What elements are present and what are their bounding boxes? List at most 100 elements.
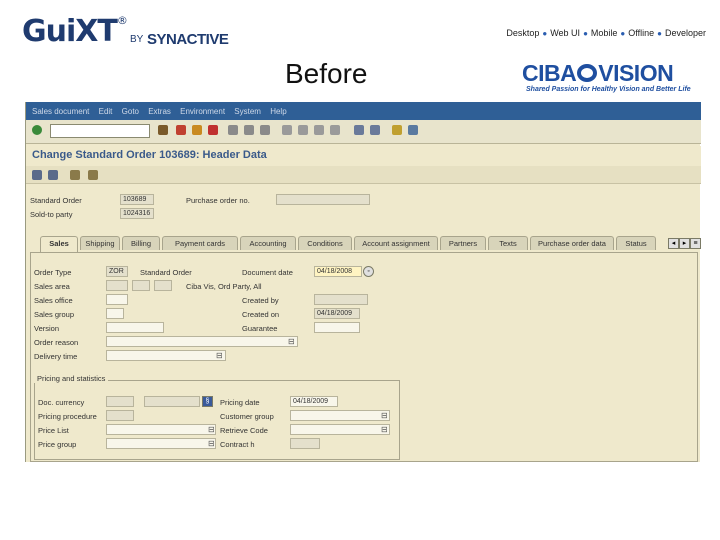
menu-environment[interactable]: Environment [180, 107, 225, 116]
sales-group-field[interactable] [106, 308, 124, 319]
print-icon[interactable] [228, 125, 238, 135]
tab-accounting[interactable]: Accounting [240, 236, 296, 250]
division-field [154, 280, 172, 291]
cancel-icon[interactable] [208, 125, 218, 135]
delivery-time-field[interactable] [106, 350, 226, 361]
overview-icon[interactable] [48, 170, 58, 180]
command-field[interactable] [50, 124, 150, 138]
scroll-left-icon[interactable]: ◂ [668, 238, 679, 249]
dropdown-icon[interactable]: ⊟ [208, 425, 215, 434]
sales-group-label: Sales group [34, 310, 75, 319]
tab-status[interactable]: Status [616, 236, 656, 250]
price-group-label: Price group [38, 440, 77, 449]
bullet-icon: ● [583, 29, 588, 38]
client-tagline: Shared Passion for Healthy Vision and Be… [526, 86, 691, 93]
sales-office-label: Sales office [34, 296, 73, 305]
new-session-icon[interactable] [354, 125, 364, 135]
standard-toolbar [26, 120, 701, 144]
doc-currency-label: Doc. currency [38, 398, 85, 407]
registered-mark: ® [116, 14, 128, 27]
nav-web-ui[interactable]: Web UI [550, 28, 580, 38]
last-page-icon[interactable] [330, 125, 340, 135]
nav-mobile[interactable]: Mobile [591, 28, 618, 38]
order-type-label: Order Type [34, 268, 72, 277]
tab-account-assignment[interactable]: Account assignment [354, 236, 438, 250]
retrieve-code-field[interactable] [290, 424, 390, 435]
tab-texts[interactable]: Texts [488, 236, 528, 250]
menu-extras[interactable]: Extras [148, 107, 171, 116]
customer-group-field[interactable] [290, 410, 390, 421]
sales-office-field[interactable] [106, 294, 128, 305]
nav-desktop[interactable]: Desktop [506, 28, 539, 38]
bullet-icon: ● [620, 29, 626, 38]
synactive-logo: SYNACTIVE [147, 31, 229, 48]
exit-icon[interactable] [192, 125, 202, 135]
currency-detail-icon[interactable]: § [202, 396, 213, 407]
next-page-icon[interactable] [314, 125, 324, 135]
bullet-icon: ● [542, 29, 548, 38]
guarantee-field[interactable] [314, 322, 360, 333]
created-by-label: Created by [242, 296, 279, 305]
find-icon[interactable] [244, 125, 254, 135]
po-number-field[interactable] [276, 194, 370, 205]
pricing-date-field[interactable]: 04/18/2009 [290, 396, 338, 407]
tab-payment-cards[interactable]: Payment cards [162, 236, 238, 250]
shortcut-icon[interactable] [370, 125, 380, 135]
logo-by: BY [130, 34, 144, 45]
price-list-field[interactable] [106, 424, 216, 435]
scroll-right-icon[interactable]: ▸ [679, 238, 690, 249]
price-group-field[interactable] [106, 438, 216, 449]
dropdown-icon[interactable]: ⊟ [381, 411, 388, 420]
sold-to-field[interactable]: 1024316 [120, 208, 154, 219]
menu-system[interactable]: System [234, 107, 261, 116]
menu-help[interactable]: Help [270, 107, 286, 116]
calendar-icon[interactable]: ◦ [363, 266, 374, 277]
tab-conditions[interactable]: Conditions [298, 236, 352, 250]
nav-developer[interactable]: Developer [665, 28, 706, 38]
dropdown-icon[interactable]: ⊟ [381, 425, 388, 434]
display-doc-flow-icon[interactable] [32, 170, 42, 180]
help-icon[interactable] [392, 125, 402, 135]
contract-field [290, 438, 320, 449]
previous-page-icon[interactable] [298, 125, 308, 135]
document-date-field[interactable]: 04/18/2008 [314, 266, 362, 277]
title-bar: Change Standard Order 103689: Header Dat… [26, 146, 701, 166]
nav-offline[interactable]: Offline [628, 28, 654, 38]
sap-window: Sales document Edit Goto Extras Environm… [25, 102, 701, 462]
first-page-icon[interactable] [282, 125, 292, 135]
order-reason-label: Order reason [34, 338, 79, 347]
dropdown-icon[interactable]: ⊟ [288, 337, 295, 346]
back-icon[interactable] [176, 125, 186, 135]
tab-shipping[interactable]: Shipping [80, 236, 120, 250]
version-field[interactable] [106, 322, 164, 333]
tab-purchase-order-data[interactable]: Purchase order data [530, 236, 614, 250]
header-icon[interactable] [88, 170, 98, 180]
bullet-icon: ● [657, 29, 662, 38]
screen-title: Change Standard Order 103689: Header Dat… [32, 149, 267, 161]
version-label: Version [34, 324, 60, 333]
dropdown-icon[interactable]: ⊟ [216, 351, 223, 360]
tab-strip: Sales Shipping Billing Payment cards Acc… [26, 236, 701, 252]
find-next-icon[interactable] [260, 125, 270, 135]
ciba-vision-logo: CIBA VISION [522, 60, 674, 86]
status-icon[interactable] [70, 170, 80, 180]
guarantee-label: Guarantee [242, 324, 278, 333]
enter-icon[interactable] [32, 125, 42, 135]
menu-edit[interactable]: Edit [99, 107, 113, 116]
layout-menu-icon[interactable] [408, 125, 418, 135]
save-icon[interactable] [158, 125, 168, 135]
created-on-label: Created on [242, 310, 280, 319]
order-reason-field[interactable] [106, 336, 298, 347]
menu-sales-document[interactable]: Sales document [32, 107, 89, 116]
sales-org-field [106, 280, 128, 291]
sales-area-label: Sales area [34, 282, 70, 291]
pricing-group-title: Pricing and statistics [34, 374, 109, 383]
menu-bar: Sales document Edit Goto Extras Environm… [26, 102, 701, 120]
tab-list-icon[interactable]: ≡ [690, 238, 701, 249]
dropdown-icon[interactable]: ⊟ [208, 439, 215, 448]
tab-sales[interactable]: Sales [40, 236, 78, 252]
tab-partners[interactable]: Partners [440, 236, 486, 250]
menu-goto[interactable]: Goto [122, 107, 139, 116]
tab-billing[interactable]: Billing [122, 236, 160, 250]
contract-label: Contract h [220, 440, 255, 449]
